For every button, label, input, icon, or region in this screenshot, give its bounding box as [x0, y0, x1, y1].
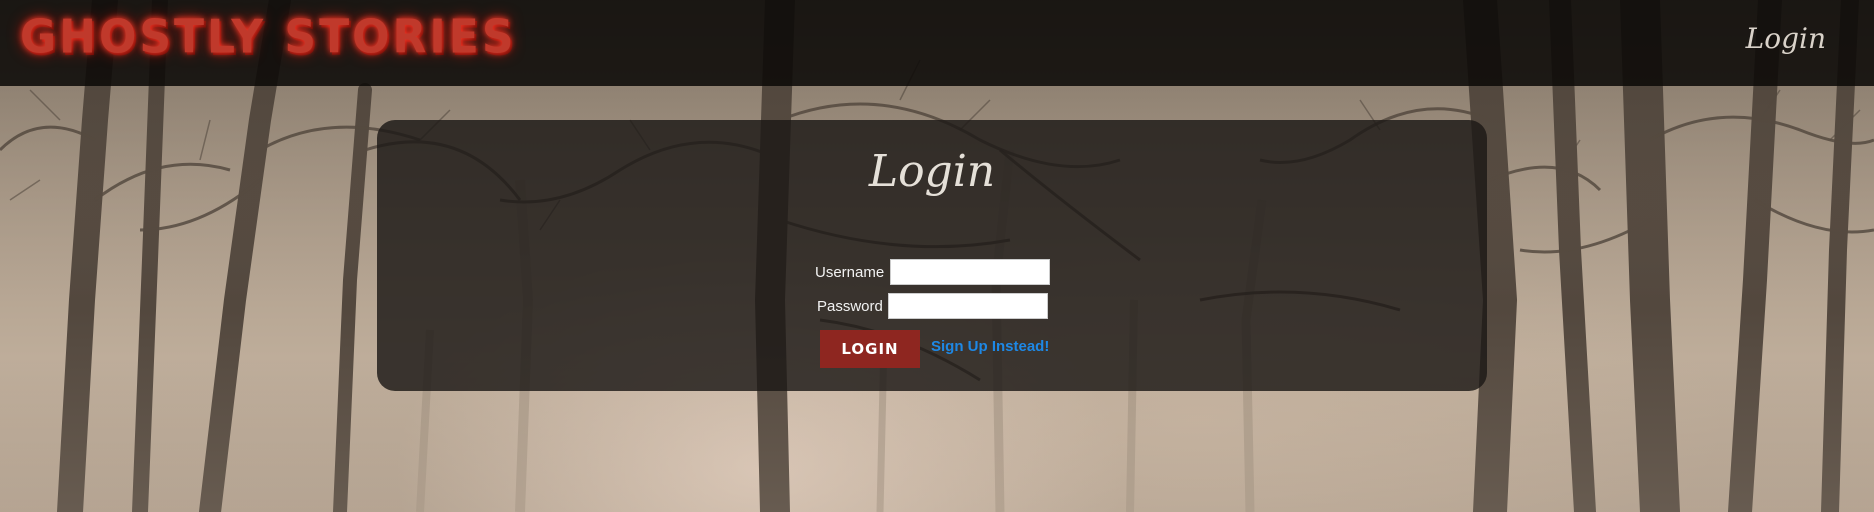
login-panel: Login Username Password LOGIN Sign Up In… — [377, 120, 1487, 391]
username-label: Username — [815, 264, 885, 281]
login-title: Login — [868, 146, 996, 197]
username-input[interactable] — [890, 259, 1050, 285]
password-label: Password — [817, 298, 883, 315]
username-row: Username — [377, 259, 1487, 287]
site-logo[interactable]: GHOSTLY STORIES — [20, 11, 517, 65]
nav-login-link[interactable]: Login — [1746, 22, 1826, 55]
top-navbar: GHOSTLY STORIES Login — [0, 0, 1874, 86]
password-row: Password — [377, 293, 1487, 321]
login-submit-button[interactable]: LOGIN — [820, 330, 920, 368]
signup-link[interactable]: Sign Up Instead! — [931, 338, 1049, 355]
password-input[interactable] — [888, 293, 1048, 319]
